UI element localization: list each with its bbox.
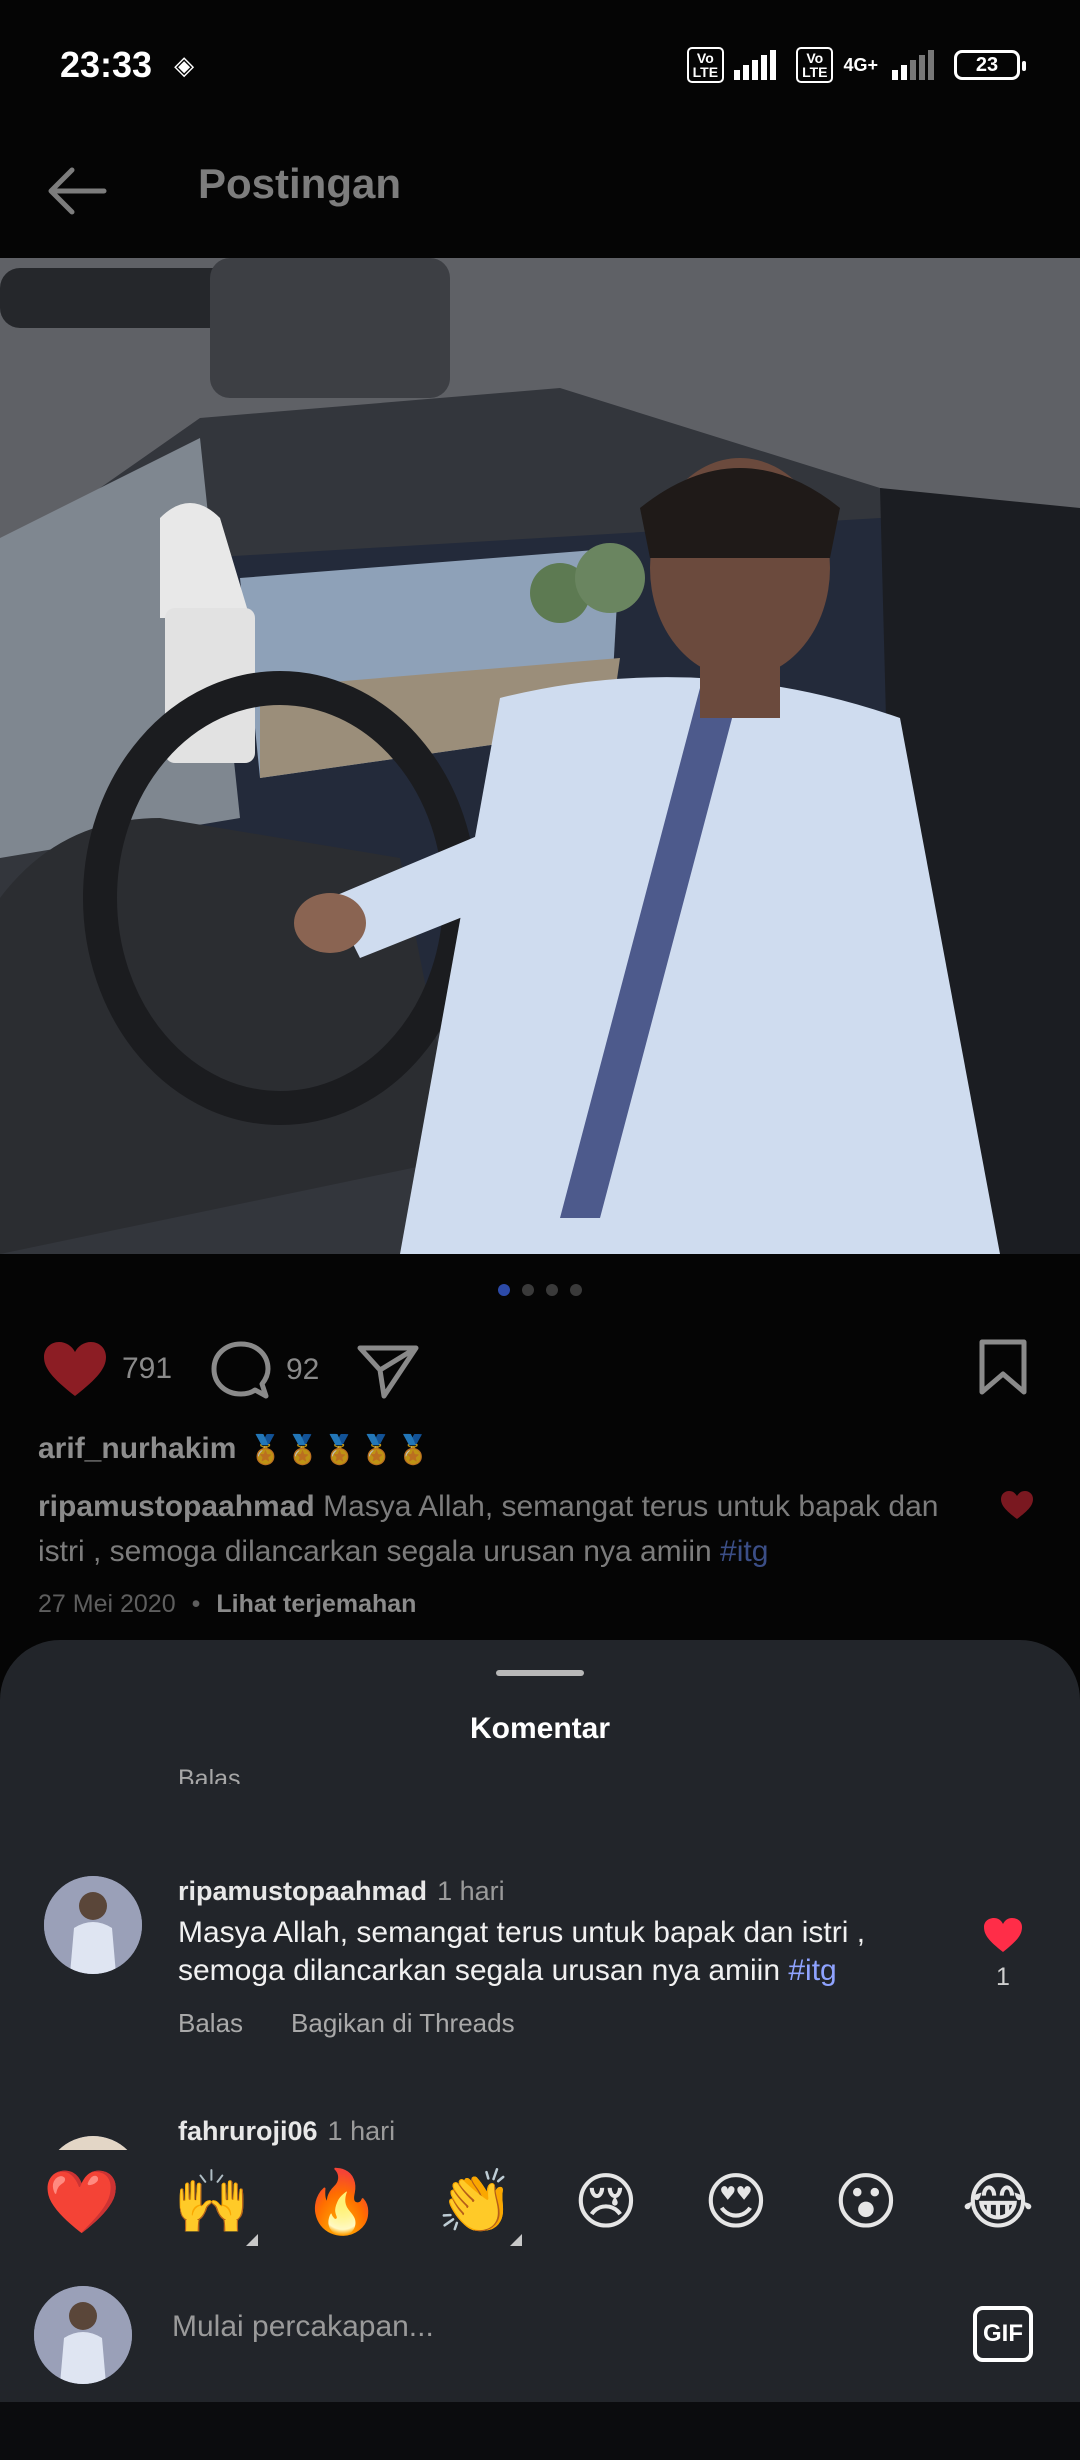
volte-badge-2: Vo LTE: [796, 47, 834, 83]
emoji-clapping[interactable]: 👏: [436, 2168, 522, 2246]
comment-bubble-icon[interactable]: [210, 1340, 272, 1400]
emoji-heart-eyes[interactable]: 😍: [696, 2168, 776, 2238]
emoji-raising-hands[interactable]: 🙌: [172, 2168, 258, 2246]
emoji-fire[interactable]: 🔥: [302, 2168, 382, 2238]
system-navigation-bar: [0, 2402, 1080, 2460]
owner-badges: 🏅🏅🏅🏅🏅: [248, 1433, 433, 1465]
carousel-dot-2[interactable]: [522, 1284, 534, 1296]
status-bar: 23:33 ◈ Vo LTE Vo LTE 4G+ 23: [0, 0, 1080, 130]
volte-badge-1: Vo LTE: [686, 47, 725, 83]
comment-text: Masya Allah, semangat terus untuk bapak …: [178, 1914, 938, 1990]
skin-tone-indicator-icon: [510, 2234, 522, 2246]
comment-body: Masya Allah, semangat terus untuk bapak …: [178, 1916, 866, 1987]
app-header: Postingan: [0, 130, 1080, 258]
current-user-avatar: [34, 2286, 132, 2384]
gif-button[interactable]: GIF: [973, 2306, 1033, 2362]
see-translation-link[interactable]: Lihat terjemahan: [216, 1590, 416, 1619]
comment-like[interactable]: 1: [978, 1916, 1028, 1992]
avatar[interactable]: [44, 2136, 142, 2150]
comment-composer: Mulai percakapan... GIF: [0, 2262, 1080, 2402]
skin-tone-indicator-icon: [246, 2234, 258, 2246]
caption-username[interactable]: ripamustopaahmad: [38, 1490, 315, 1523]
battery-icon: 23: [954, 50, 1026, 80]
emoji-crying[interactable]: 😢: [566, 2168, 646, 2238]
post-photo[interactable]: [0, 258, 1080, 1254]
avatar-image: [44, 1876, 142, 1974]
comment-hashtag[interactable]: #itg: [788, 1954, 836, 1987]
comment-username[interactable]: fahruroji06: [178, 2116, 318, 2146]
post-caption: ripamustopaahmad Masya Allah, semangat t…: [38, 1484, 978, 1574]
emoji-laughing[interactable]: 😂: [958, 2168, 1038, 2238]
post-actions: 791 92: [0, 1330, 1080, 1410]
signal-strength-icon-1: [734, 50, 777, 80]
comment-time: 1 hari: [327, 2116, 396, 2146]
battery-level: 23: [975, 53, 999, 76]
back-arrow-icon[interactable]: [44, 158, 110, 224]
like-action[interactable]: 791: [42, 1340, 172, 1398]
comment-username[interactable]: ripamustopaahmad: [178, 1876, 427, 1906]
meta-separator: •: [191, 1590, 201, 1618]
like-count: 791: [122, 1352, 173, 1385]
owner-username[interactable]: arif_nurhakim: [38, 1432, 236, 1466]
emoji-heart[interactable]: ❤️: [42, 2168, 122, 2238]
share-to-threads-button[interactable]: Bagikan di Threads: [291, 2008, 515, 2039]
comment-username-line: ripamustopaahmad 1 hari: [178, 1876, 505, 1907]
status-indicators: Vo LTE Vo LTE 4G+ 23: [686, 47, 1026, 83]
partial-reply-link[interactable]: Balas: [178, 1760, 241, 1784]
signal-strength-icon-2: [892, 50, 934, 80]
avatar[interactable]: [44, 1876, 142, 1974]
reply-button[interactable]: Balas: [178, 2008, 243, 2039]
post-meta: 27 Mei 2020 • Lihat terjemahan: [38, 1590, 416, 1619]
comment-time: 1 hari: [437, 1876, 505, 1906]
emoji-raising-hands-glyph: 🙌: [173, 2168, 251, 2237]
layers-icon: ◈: [174, 49, 195, 80]
carousel-dot-4[interactable]: [570, 1284, 582, 1296]
comment-input[interactable]: Mulai percakapan...: [172, 2310, 434, 2344]
heart-filled-icon[interactable]: [982, 1916, 1024, 1954]
carousel-indicator: [0, 1284, 1080, 1296]
carousel-dot-1[interactable]: [498, 1284, 510, 1296]
network-type: 4G+: [843, 55, 878, 75]
caption-hashtag[interactable]: #itg: [720, 1535, 768, 1568]
comment-count: 92: [286, 1353, 320, 1386]
comment-action[interactable]: 92: [210, 1340, 319, 1400]
clock: 23:33: [60, 44, 153, 85]
sheet-drag-handle[interactable]: [496, 1670, 584, 1676]
comment-like-count: 1: [996, 1963, 1010, 1991]
comments-title: Komentar: [469, 1712, 611, 1745]
post-owner: arif_nurhakim 🏅🏅🏅🏅🏅: [38, 1432, 433, 1466]
emoji-clapping-glyph: 👏: [437, 2168, 515, 2237]
avatar-image: [44, 2136, 142, 2150]
comment-item: fahruroji06 1 hari: [0, 2116, 1080, 2150]
carousel-dot-3[interactable]: [546, 1284, 558, 1296]
emoji-surprised[interactable]: 😮: [826, 2168, 906, 2238]
post-photo-illustration: [0, 258, 1080, 1254]
share-send-icon[interactable]: [356, 1342, 420, 1400]
post-date: 27 Mei 2020: [38, 1590, 176, 1618]
emoji-reaction-bar: ❤️ 🙌 🔥 👏 😢 😍 😮 😂: [0, 2150, 1080, 2260]
caption-like-heart-icon[interactable]: [1000, 1490, 1034, 1520]
comment-actions: Balas Bagikan di Threads: [178, 2008, 515, 2039]
comment-username-line: fahruroji06 1 hari: [178, 2116, 395, 2147]
heart-filled-icon[interactable]: [42, 1340, 108, 1398]
avatar-image: [34, 2286, 132, 2384]
page-title: Postingan: [198, 160, 402, 207]
bookmark-icon[interactable]: [978, 1338, 1028, 1396]
